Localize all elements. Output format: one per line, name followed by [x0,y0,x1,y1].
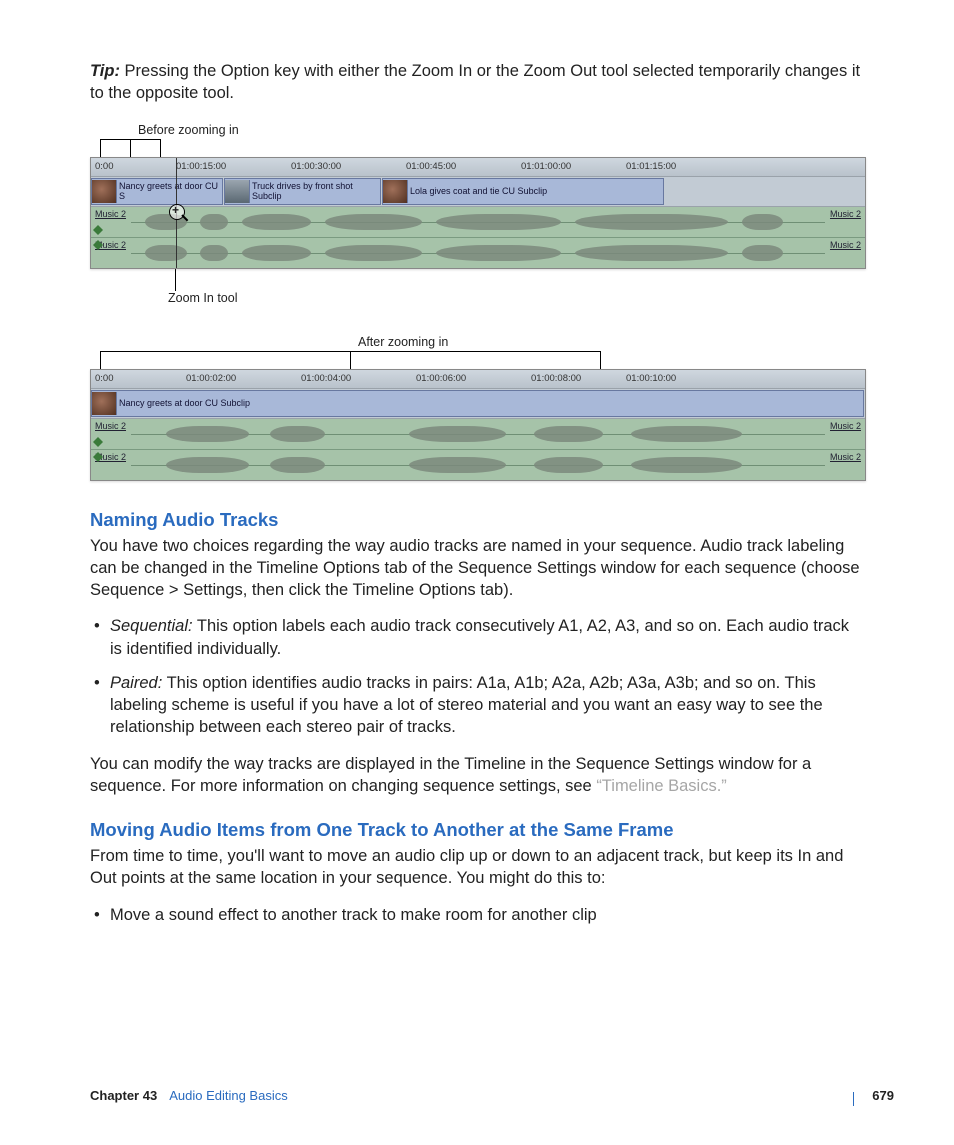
timeline-ruler: 0:00 01:00:02:00 01:00:04:00 01:00:06:00… [91,370,865,389]
ruler-tick: 01:00:10:00 [626,373,676,384]
footer-chapter-title: Audio Editing Basics [169,1088,872,1103]
audio-track: Music 2 Music 2 [91,450,865,480]
ruler-tick: 01:01:00:00 [521,161,571,172]
callout-line [100,139,160,140]
callout-line [100,139,101,157]
video-clip: Lola gives coat and tie CU Subclip [382,178,664,205]
audio-track-label: Music 2 [828,240,863,250]
clip-thumbnail [383,180,408,203]
naming-option-list: Sequential: This option labels each audi… [90,615,864,738]
callout-line [350,351,351,369]
audio-waveform [131,455,825,475]
video-track: Nancy greets at door CU S Truck drives b… [91,177,865,207]
ruler-tick: 01:00:06:00 [416,373,466,384]
timeline-ruler: 0:00 01:00:15:00 01:00:30:00 01:00:45:00… [91,158,865,177]
audio-track-label: Music 2 [828,452,863,462]
timeline-before: 0:00 01:00:15:00 01:00:30:00 01:00:45:00… [90,157,866,269]
list-item: Move a sound effect to another track to … [108,904,864,926]
audio-track: Music 2 Music 2 [91,207,865,238]
ruler-tick: 01:00:30:00 [291,161,341,172]
audio-waveform [131,243,825,263]
tip-label: Tip: [90,62,120,80]
footer-divider [853,1092,854,1106]
tip-text: Pressing the Option key with either the … [90,62,860,102]
ruler-tick: 01:00:08:00 [531,373,581,384]
video-clip: Nancy greets at door CU Subclip [91,390,864,417]
clip-label: Nancy greets at door CU S [119,181,222,201]
ruler-tick: 01:01:15:00 [626,161,676,172]
video-clip: Truck drives by front shot Subclip [224,178,381,205]
audio-track-label: Music 2 [828,421,863,431]
moving-reason-1: Move a sound effect to another track to … [110,906,597,924]
term-paired: Paired: [110,674,162,692]
audio-track: Music 2 Music 2 [91,419,865,450]
callout-after-zoom: After zooming in [358,335,448,349]
stereo-link-icon [93,437,103,447]
clip-thumbnail [92,180,117,203]
clip-label: Nancy greets at door CU Subclip [119,398,250,408]
callout-line [175,269,176,291]
video-track: Nancy greets at door CU Subclip [91,389,865,419]
term-paired-desc: This option identifies audio tracks in p… [110,674,823,737]
link-timeline-basics[interactable]: “Timeline Basics.” [596,777,727,795]
heading-naming-audio-tracks: Naming Audio Tracks [90,509,864,531]
list-item: Paired: This option identifies audio tra… [108,672,864,739]
clip-label: Truck drives by front shot Subclip [252,181,380,201]
ruler-tick: 0:00 [95,161,114,172]
stereo-link-icon [93,240,103,250]
naming-body: You have two choices regarding the way a… [90,535,864,602]
callout-line [100,351,600,352]
heading-moving-audio-items: Moving Audio Items from One Track to Ano… [90,819,864,841]
figure-before-zoom: Before zooming in 0:00 01:00:15:00 01:00… [90,123,864,307]
figure-after-zoom: After zooming in 0:00 01:00:02:00 01:00:… [90,335,864,481]
audio-track-label: Music 2 [93,209,128,219]
moving-reason-list: Move a sound effect to another track to … [90,904,864,926]
audio-track: Music 2 Music 2 [91,238,865,268]
page-footer: Chapter 43 Audio Editing Basics 679 [90,1088,894,1103]
callout-line [600,351,601,369]
callout-line [160,139,161,157]
callout-line [100,351,101,369]
callout-zoom-tool: Zoom In tool [168,291,237,305]
video-clip: Nancy greets at door CU S [91,178,223,205]
zoom-in-cursor-icon [169,204,185,220]
ruler-tick: 01:00:45:00 [406,161,456,172]
clip-thumbnail [225,180,250,203]
audio-track-label: Music 2 [828,209,863,219]
timeline-after: 0:00 01:00:02:00 01:00:04:00 01:00:06:00… [90,369,866,481]
audio-waveform [131,424,825,444]
stereo-link-icon [93,225,103,235]
naming-body-2: You can modify the way tracks are displa… [90,753,864,798]
ruler-tick: 01:00:15:00 [176,161,226,172]
callout-before-zoom: Before zooming in [138,123,239,137]
stereo-link-icon [93,452,103,462]
ruler-tick: 01:00:02:00 [186,373,236,384]
ruler-tick: 0:00 [95,373,114,384]
clip-thumbnail [92,392,117,415]
footer-page-number: 679 [872,1088,894,1103]
ruler-tick: 01:00:04:00 [301,373,351,384]
term-sequential-desc: This option labels each audio track cons… [110,617,849,657]
footer-chapter-number: Chapter 43 [90,1088,157,1103]
clip-label: Lola gives coat and tie CU Subclip [410,186,547,196]
term-sequential: Sequential: [110,617,193,635]
moving-body: From time to time, you'll want to move a… [90,845,864,890]
audio-track-label: Music 2 [93,421,128,431]
callout-line [130,139,131,157]
list-item: Sequential: This option labels each audi… [108,615,864,660]
audio-waveform [131,212,825,232]
tip-paragraph: Tip: Pressing the Option key with either… [90,60,864,105]
